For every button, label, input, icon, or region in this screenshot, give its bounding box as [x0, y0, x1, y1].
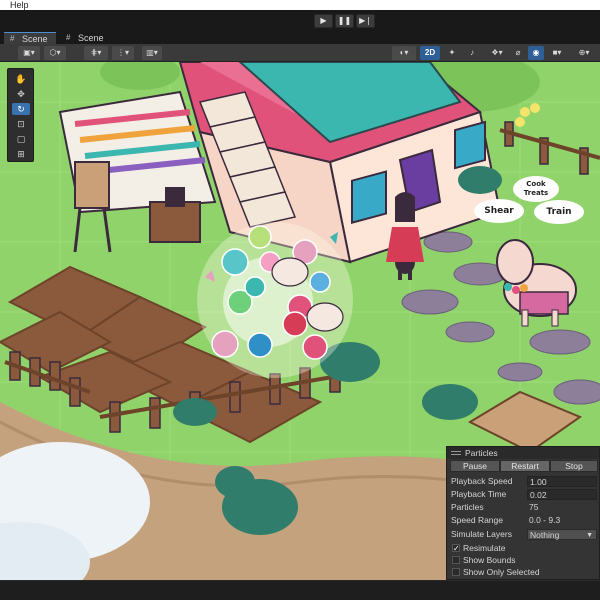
simulate-layers-dropdown[interactable]: Nothing ▼	[527, 529, 597, 540]
resimulate-checkbox[interactable]: ✓	[452, 544, 460, 553]
effects-dropdown[interactable]: ❖▾	[486, 46, 508, 60]
hidden-objects-button[interactable]: ◉	[528, 46, 544, 60]
rect-tool-icon[interactable]: ▢	[12, 133, 30, 145]
pivot-dropdown[interactable]: ⬡▾	[44, 46, 66, 60]
camera-dropdown[interactable]: ■▾	[546, 46, 568, 60]
simulate-layers-label: Simulate Layers	[451, 529, 512, 539]
scene-icon: #	[66, 33, 71, 42]
playback-speed-label: Playback Speed	[451, 476, 513, 486]
scene-tools-overlay: ✋ ✥ ↻ ⊡ ▢ ⊞	[7, 68, 34, 162]
particles-count-row: Particles 75	[450, 501, 598, 514]
show-bounds-checkbox[interactable]	[452, 556, 460, 564]
show-only-selected-checkbox[interactable]	[452, 568, 460, 576]
bubble-cook-treats[interactable]: Cook Treats	[513, 176, 559, 202]
transform-tool-icon[interactable]: ⊞	[12, 148, 30, 160]
playback-time-label: Playback Time	[451, 489, 507, 499]
particles-panel-header[interactable]: Particles	[447, 447, 599, 459]
particles-count-value: 75	[529, 502, 539, 512]
step-button[interactable]: ▶❘	[356, 14, 375, 28]
particles-count-label: Particles	[451, 502, 484, 512]
playback-speed-row: Playback Speed 1.00	[450, 475, 598, 488]
play-button[interactable]: ▶	[314, 14, 333, 28]
playback-time-row: Playback Time 0.02	[450, 488, 598, 501]
visibility-button[interactable]: ⌀	[510, 46, 526, 60]
tab-bar: # Scene # Scene	[0, 32, 600, 44]
simulate-layers-value: Nothing	[530, 530, 560, 540]
menu-bar: Help	[0, 0, 600, 10]
speed-range-value: 0.0 - 9.3	[529, 515, 561, 525]
play-toolbar: ▶ ❚❚ ▶❘	[0, 10, 600, 32]
grid-visibility-dropdown[interactable]: ▥▾	[142, 46, 162, 60]
mode-2d-button[interactable]: 2D	[420, 46, 440, 60]
show-only-selected-label: Show Only Selected	[463, 567, 540, 577]
play-controls: ▶ ❚❚ ▶❘	[314, 14, 375, 28]
stop-particles-button[interactable]: Stop	[550, 460, 598, 472]
speed-range-row: Speed Range 0.0 - 9.3	[450, 514, 598, 527]
resimulate-label: Resimulate	[463, 543, 506, 553]
gizmos-dropdown[interactable]: ⊕▾	[572, 46, 596, 60]
move-tool-icon[interactable]: ✥	[12, 88, 30, 100]
particles-panel: Particles Pause Restart Stop Playback Sp…	[446, 446, 600, 580]
tab-scene-2[interactable]: # Scene	[60, 32, 112, 44]
hand-tool-icon[interactable]: ✋	[12, 73, 30, 85]
pause-button[interactable]: ❚❚	[335, 14, 354, 28]
scale-tool-icon[interactable]: ⊡	[12, 118, 30, 130]
increment-snap-dropdown[interactable]: ⋮▾	[112, 46, 134, 60]
shading-dropdown[interactable]: ◐▾	[392, 46, 416, 60]
chevron-down-icon: ▼	[586, 532, 593, 539]
menu-help[interactable]: Help	[0, 0, 29, 10]
rotate-tool-icon[interactable]: ↻	[12, 103, 30, 115]
restart-particles-button[interactable]: Restart	[500, 460, 550, 472]
playback-speed-field[interactable]: 1.00	[527, 476, 597, 487]
show-bounds-label: Show Bounds	[463, 555, 516, 565]
audio-button[interactable]: ♪	[464, 46, 480, 60]
grip-icon[interactable]	[451, 451, 461, 455]
simulate-layers-row: Simulate Layers Nothing ▼	[450, 528, 598, 541]
playback-time-field[interactable]: 0.02	[527, 489, 597, 500]
bubble-train[interactable]: Train	[534, 200, 584, 224]
particle-burst	[197, 222, 353, 378]
tab-scene[interactable]: # Scene	[4, 32, 56, 44]
bottom-bar	[0, 580, 600, 600]
speed-range-label: Speed Range	[451, 515, 503, 525]
draw-mode-dropdown[interactable]: ▣▾	[18, 46, 40, 60]
grid-snap-dropdown[interactable]: ⋕▾	[84, 46, 108, 60]
pause-particles-button[interactable]: Pause	[450, 460, 500, 472]
particles-panel-title: Particles	[465, 448, 498, 458]
lighting-button[interactable]: ✦	[444, 46, 460, 60]
scene-toolbar: ▣▾ ⬡▾ ⋕▾ ⋮▾ ▥▾ ◐▾ 2D ✦ ♪ ❖▾ ⌀ ◉ ■▾ ⊕▾	[0, 44, 600, 62]
bubble-shear[interactable]: Shear	[474, 199, 524, 223]
